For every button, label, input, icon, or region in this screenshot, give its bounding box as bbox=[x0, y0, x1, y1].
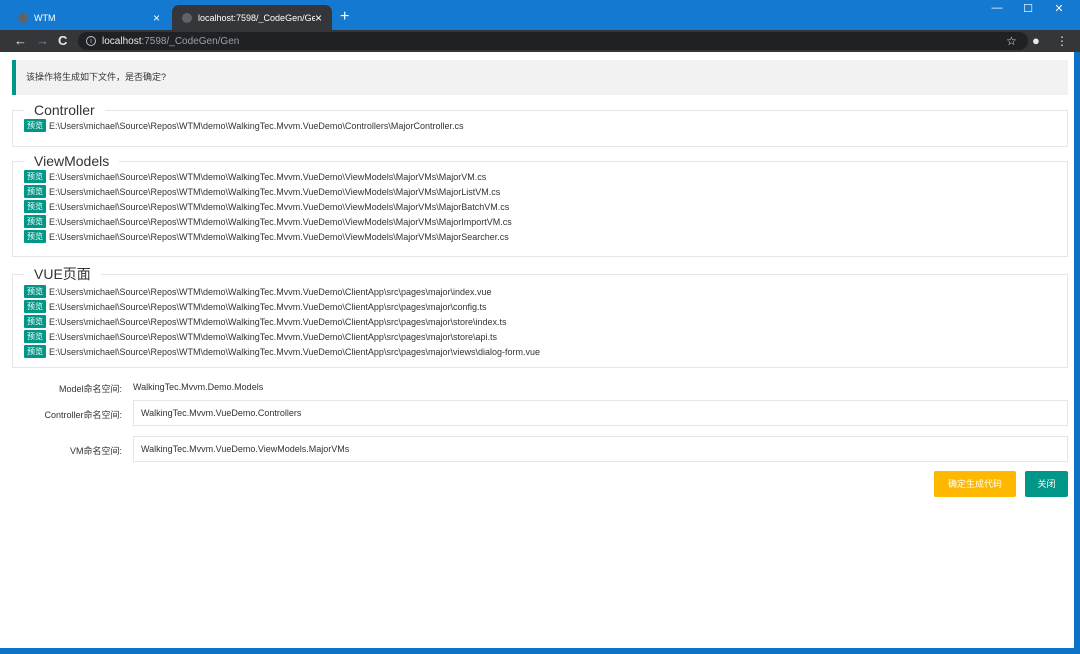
vm-namespace-input[interactable] bbox=[133, 436, 1068, 462]
file-row: 预览 E:\Users\michael\Source\Repos\WTM\demo… bbox=[24, 344, 1056, 359]
confirm-generate-button[interactable]: 确定生成代码 bbox=[934, 471, 1016, 497]
model-namespace-value: WalkingTec.Mvvm.Demo.Models bbox=[133, 382, 264, 392]
preview-button[interactable]: 预览 bbox=[24, 200, 46, 213]
file-path: E:\Users\michael\Source\Repos\WTM\demo\W… bbox=[49, 231, 509, 242]
close-button[interactable]: 关闭 bbox=[1025, 471, 1068, 497]
tab-title: WTM bbox=[34, 12, 56, 23]
file-path: E:\Users\michael\Source\Repos\WTM\demo\W… bbox=[49, 171, 487, 182]
file-row: 预览 E:\Users\michael\Source\Repos\WTM\demo… bbox=[24, 199, 1056, 214]
tab-wtm[interactable]: WTM × bbox=[8, 5, 170, 30]
vm-namespace-label: VM命名空间: bbox=[69, 446, 122, 456]
profile-icon[interactable]: ● bbox=[1032, 32, 1040, 50]
file-row: 预览 E:\Users\michael\Source\Repos\WTM\demo… bbox=[24, 314, 1056, 329]
model-namespace-label: Model命名空间: bbox=[58, 384, 122, 394]
tab-close-icon[interactable]: × bbox=[153, 12, 160, 24]
new-tab-button[interactable]: + bbox=[340, 8, 349, 26]
page-content: 该操作将生成如下文件，是否确定? Controller 预览 E:\Users\m… bbox=[0, 52, 1074, 648]
file-row: 预览 E:\Users\michael\Source\Repos\WTM\demo… bbox=[24, 184, 1056, 199]
preview-button[interactable]: 预览 bbox=[24, 215, 46, 228]
file-path: E:\Users\michael\Source\Repos\WTM\demo\W… bbox=[49, 316, 507, 327]
url-host: localhost bbox=[102, 35, 142, 47]
info-icon[interactable]: i bbox=[86, 36, 96, 46]
minimize-icon[interactable]: — bbox=[982, 2, 1012, 14]
controller-namespace-label: Controller命名空间: bbox=[44, 410, 122, 420]
window-close-icon[interactable]: ✕ bbox=[1044, 2, 1074, 15]
globe-icon bbox=[182, 12, 192, 23]
address-bar[interactable]: i localhost :7598/_CodeGen/Gen bbox=[78, 32, 1028, 50]
bookmark-star-icon[interactable]: ☆ bbox=[1006, 32, 1017, 50]
file-path: E:\Users\michael\Source\Repos\WTM\demo\W… bbox=[49, 346, 541, 357]
file-row: 预览 E:\Users\michael\Source\Repos\WTM\demo… bbox=[24, 118, 1056, 133]
file-row: 预览 E:\Users\michael\Source\Repos\WTM\demo… bbox=[24, 169, 1056, 184]
preview-button[interactable]: 预览 bbox=[24, 285, 46, 298]
menu-dots-icon[interactable]: ⋮ bbox=[1056, 32, 1068, 50]
preview-button[interactable]: 预览 bbox=[24, 170, 46, 183]
preview-button[interactable]: 预览 bbox=[24, 185, 46, 198]
preview-button[interactable]: 预览 bbox=[24, 315, 46, 328]
file-path: E:\Users\michael\Source\Repos\WTM\demo\W… bbox=[49, 120, 464, 131]
preview-button[interactable]: 预览 bbox=[24, 330, 46, 343]
group-legend: VUE页面 bbox=[34, 266, 91, 282]
back-arrow-icon[interactable]: ← bbox=[14, 32, 27, 50]
confirm-notice: 该操作将生成如下文件，是否确定? bbox=[12, 60, 1068, 95]
maximize-icon[interactable]: ☐ bbox=[1013, 2, 1043, 15]
tab-close-icon[interactable]: × bbox=[315, 12, 322, 24]
browser-toolbar: ← → C i localhost :7598/_CodeGen/Gen ☆ ●… bbox=[0, 30, 1080, 52]
file-path: E:\Users\michael\Source\Repos\WTM\demo\W… bbox=[49, 331, 497, 342]
controller-namespace-input[interactable] bbox=[133, 400, 1068, 426]
preview-button[interactable]: 预览 bbox=[24, 230, 46, 243]
tab-codegen[interactable]: localhost:7598/_CodeGen/Gen × bbox=[172, 5, 332, 30]
preview-button[interactable]: 预览 bbox=[24, 119, 46, 132]
file-row: 预览 E:\Users\michael\Source\Repos\WTM\demo… bbox=[24, 284, 1056, 299]
viewmodels-group: ViewModels 预览 E:\Users\michael\Source\Rep… bbox=[12, 153, 1068, 257]
file-row: 预览 E:\Users\michael\Source\Repos\WTM\demo… bbox=[24, 299, 1056, 314]
file-path: E:\Users\michael\Source\Repos\WTM\demo\W… bbox=[49, 301, 487, 312]
group-legend: ViewModels bbox=[34, 153, 110, 169]
browser-tab-strip: WTM × localhost:7598/_CodeGen/Gen × + — … bbox=[0, 0, 1080, 30]
preview-button[interactable]: 预览 bbox=[24, 345, 46, 358]
file-path: E:\Users\michael\Source\Repos\WTM\demo\W… bbox=[49, 286, 492, 297]
file-row: 预览 E:\Users\michael\Source\Repos\WTM\demo… bbox=[24, 229, 1056, 244]
file-path: E:\Users\michael\Source\Repos\WTM\demo\W… bbox=[49, 216, 512, 227]
forward-arrow-icon[interactable]: → bbox=[36, 32, 49, 50]
controller-group: Controller 预览 E:\Users\michael\Source\Rep… bbox=[12, 102, 1068, 147]
file-row: 预览 E:\Users\michael\Source\Repos\WTM\demo… bbox=[24, 329, 1056, 344]
reload-icon[interactable]: C bbox=[58, 32, 67, 50]
file-row: 预览 E:\Users\michael\Source\Repos\WTM\demo… bbox=[24, 214, 1056, 229]
preview-button[interactable]: 预览 bbox=[24, 300, 46, 313]
tab-title: localhost:7598/_CodeGen/Gen bbox=[198, 12, 315, 23]
group-legend: Controller bbox=[34, 102, 95, 118]
file-path: E:\Users\michael\Source\Repos\WTM\demo\W… bbox=[49, 186, 501, 197]
url-path: :7598/_CodeGen/Gen bbox=[141, 35, 240, 47]
globe-icon bbox=[18, 12, 28, 23]
file-path: E:\Users\michael\Source\Repos\WTM\demo\W… bbox=[49, 201, 510, 212]
vue-pages-group: VUE页面 预览 E:\Users\michael\Source\Repos\WT… bbox=[12, 264, 1068, 368]
